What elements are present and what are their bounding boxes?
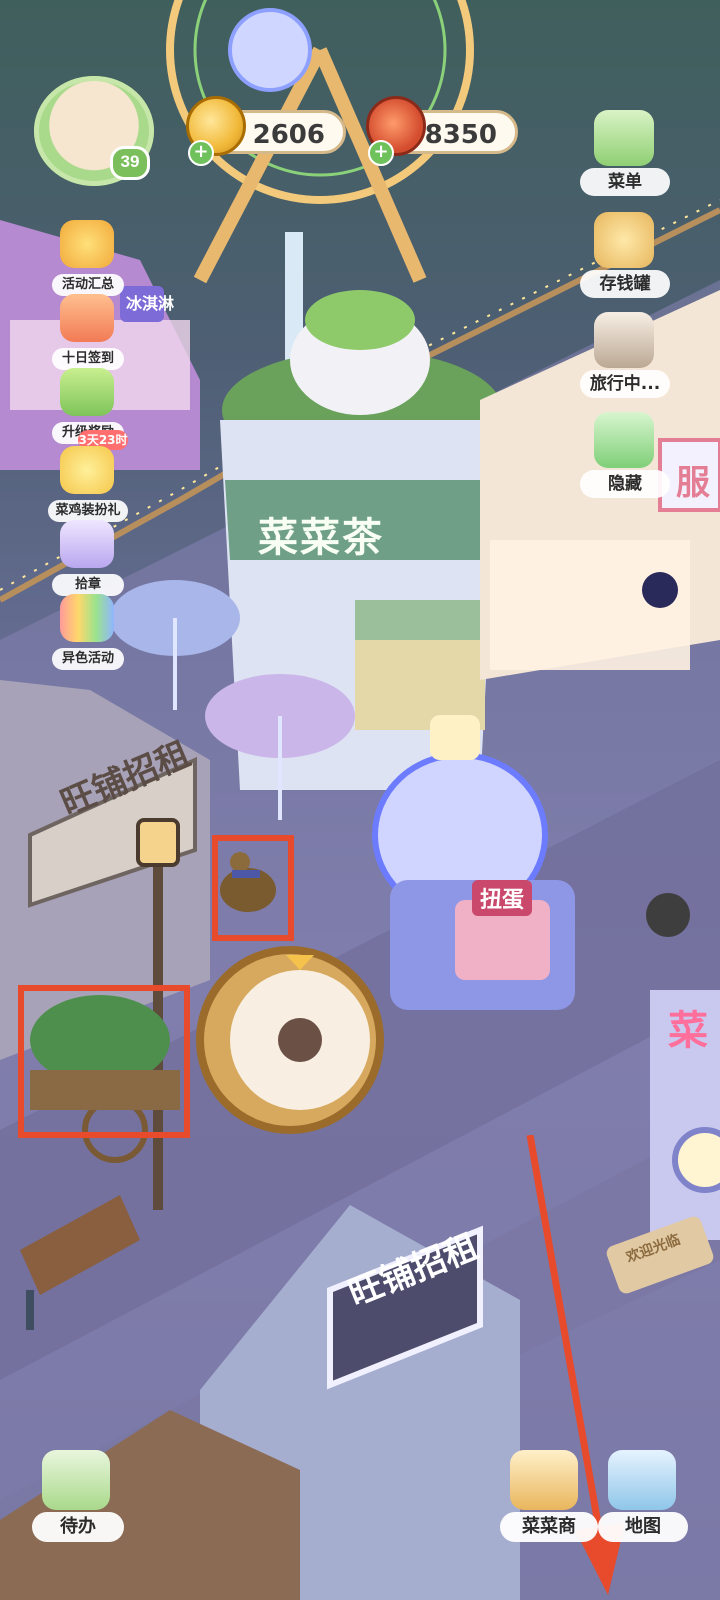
hide-frame-icon	[594, 412, 654, 468]
map-icon	[608, 1450, 676, 1510]
character-cat-hood	[646, 893, 690, 937]
dress-shop-sign: 服	[676, 463, 710, 503]
gacha-sign: 扭蛋	[472, 880, 533, 916]
shiny-event-button[interactable]: 异色活动	[52, 594, 124, 670]
camera-icon	[594, 312, 654, 368]
events-summary-button[interactable]: 活动汇总	[52, 220, 124, 296]
tea-shop-sign: 菜菜茶	[258, 515, 384, 561]
highlight-box-money-bag	[212, 835, 294, 941]
prize-wheel	[196, 946, 384, 1134]
add-veggies-button[interactable]: +	[368, 140, 394, 166]
upgrade-arrows-icon	[60, 368, 114, 416]
todo-list-icon	[42, 1450, 110, 1510]
todo-button[interactable]: 待办	[32, 1450, 124, 1542]
character-girl	[642, 572, 678, 608]
player-level-badge: 39	[110, 146, 150, 180]
shop-icon	[510, 1450, 578, 1510]
sticker-book-button[interactable]: 拾章	[52, 520, 124, 596]
menu-button[interactable]: 菜单	[580, 110, 670, 196]
hide-ui-button[interactable]: 隐藏	[580, 412, 670, 498]
rainbow-card-icon	[60, 594, 114, 642]
add-coins-button[interactable]: +	[188, 140, 214, 166]
map-button[interactable]: 地图	[598, 1450, 688, 1542]
caicai-shop-button[interactable]: 菜菜商	[500, 1450, 598, 1542]
piggy-bank-button[interactable]: 存钱罐	[580, 212, 670, 298]
piggy-bank-icon	[594, 212, 654, 268]
icecream-sign: 冰淇淋	[126, 294, 175, 313]
duck-costume-gift-button[interactable]: 菜鸡装扮礼	[48, 446, 128, 522]
laundry-sign: 菜	[668, 1008, 708, 1054]
highlight-box-flower-cart	[18, 985, 190, 1138]
menu-board-icon	[594, 110, 654, 166]
duck-costume-icon	[60, 446, 114, 494]
crown-icon	[60, 220, 114, 268]
player-avatar[interactable]: 39	[34, 76, 154, 186]
calendar-gift-icon	[60, 294, 114, 342]
sticker-book-icon	[60, 520, 114, 568]
ten-day-checkin-button[interactable]: 十日签到	[52, 294, 124, 370]
game-screen: 菜菜茶 旺铺招租 旺铺招租 冰淇淋 扭蛋 服 菜 欢迎光临 39 2606 + …	[0, 0, 720, 1600]
travel-button[interactable]: 旅行中...	[580, 312, 670, 398]
